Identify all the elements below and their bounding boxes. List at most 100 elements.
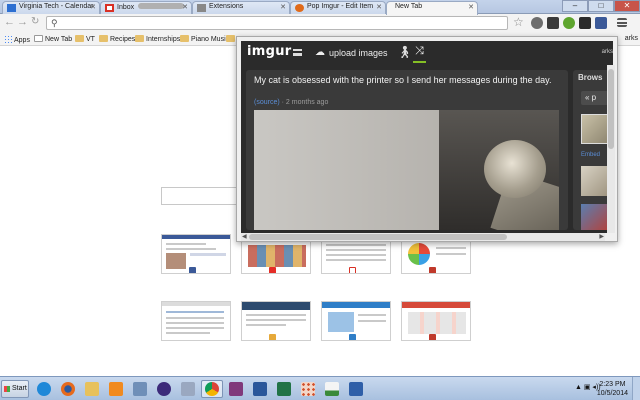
source-link[interactable]: (source) [254,99,280,106]
most-visited-thumbnail-feed[interactable] [401,301,471,341]
internet-explorer-icon [37,382,51,396]
embed-link[interactable]: Embed [581,152,600,158]
walking-man-icon[interactable]: 🚶︎ [397,45,412,59]
menu-icon[interactable] [617,18,627,27]
taskbar-word[interactable] [249,380,271,398]
tab-new-tab[interactable]: New Tab ✕ [386,1,478,15]
file-explorer-icon [85,382,99,396]
most-visited-thumbnail-docs[interactable] [161,301,231,341]
back-arrow-icon[interactable]: ← [4,16,15,28]
site-favicon-icon [349,334,356,340]
taskbar-paint[interactable] [345,380,367,398]
apps-grid-icon [4,35,12,43]
most-visited-thumbnail-news[interactable] [321,301,391,341]
horizontal-scrollbar[interactable]: ◀ ▶ [241,233,605,241]
site-favicon-icon [429,334,436,340]
show-desktop-button[interactable] [632,377,640,400]
other-bookmarks[interactable]: arks [625,35,638,42]
cloud-upload-icon[interactable]: ☁ [315,47,325,58]
tab-label: Virginia Tech - Calendar [19,3,94,10]
vertical-scrollbar[interactable] [607,65,615,233]
imgur-logo[interactable]: imgur [247,44,291,59]
post-card: My cat is obsessed with the printer so I… [246,70,568,230]
bookmark-folder-internships[interactable]: Internships [135,35,180,43]
scroll-right-arrow-icon[interactable]: ▶ [599,233,604,240]
post-title[interactable]: My cat is obsessed with the printer so I… [254,75,564,86]
taskbar-excel[interactable] [273,380,295,398]
chrome-icon [205,382,219,396]
start-button[interactable]: Start [1,380,29,398]
close-icon[interactable]: ✕ [280,3,286,11]
maximize-button[interactable]: □ [588,0,614,12]
taskbar-clock[interactable]: 2:23 PM 10/5/2014 [597,380,628,398]
tab-pop-imgur-edit-item[interactable]: Pop Imgur - Edit Item ✕ [290,1,386,14]
taskbar-grid-app[interactable] [297,380,319,398]
firefox-icon [61,382,75,396]
search-icon: ⚲ [51,18,58,28]
header-overflow-text: arks [601,49,613,55]
folder-icon [99,35,108,42]
post-image[interactable] [254,110,559,230]
paint-icon [349,382,363,396]
tab-virginia-tech-calendar[interactable]: Virginia Tech - Calendar ✕ [2,1,100,14]
bookmark-star-icon[interactable]: ☆ [513,15,524,29]
bookmark-folder-vt[interactable]: VT [75,35,95,43]
page-icon [34,35,43,42]
taskbar-onenote[interactable] [225,380,247,398]
media-player-icon [109,382,123,396]
taskbar-internet-explorer[interactable] [33,380,55,398]
taskbar-calculator[interactable] [129,380,151,398]
facebook-icon[interactable] [595,17,607,29]
hamburger-menu-icon[interactable] [293,49,302,56]
bookmark-apps[interactable]: Apps [4,35,30,44]
bookmark-new-tab[interactable]: New Tab [34,35,72,43]
address-bar[interactable]: ⚲ [46,16,508,30]
tab-inbox[interactable]: Inbox ✕ [100,1,192,14]
browse-title: Brows [578,73,603,82]
minimize-button[interactable]: – [562,0,588,12]
reload-icon[interactable]: ↻ [31,16,39,27]
scroll-left-arrow-icon[interactable]: ◀ [242,233,247,240]
imgur-header: imgur ☁ upload images 🚶︎ ⤨ arks [241,41,613,65]
taskbar-notepad[interactable] [177,380,199,398]
most-visited-thumbnail-facebook[interactable] [161,234,231,274]
window-controls: – □ ✕ [562,0,640,14]
bookmark-folder-piano-music[interactable]: Piano Music [180,35,229,43]
taskbar-firefox[interactable] [57,380,79,398]
folder-icon [226,35,235,42]
extension-c-icon[interactable] [531,17,543,29]
tab-extensions[interactable]: Extensions ✕ [192,1,290,14]
calculator-icon [133,382,147,396]
close-icon[interactable]: ✕ [468,3,474,11]
taskbar-eclipse[interactable] [153,380,175,398]
post-time: · 2 months ago [281,99,329,106]
facebook-icon [189,267,196,273]
taskbar-media-player[interactable] [105,380,127,398]
upload-images-link[interactable]: upload images [329,48,388,58]
taskbar-chrome[interactable] [201,380,223,398]
most-visited-thumbnail-portal[interactable] [241,301,311,341]
grid-app-icon [301,382,315,396]
pop-imgur-icon[interactable] [579,17,591,29]
site-favicon-icon [269,334,276,340]
redacted-email [138,3,185,9]
chart-app-icon [325,382,339,396]
close-icon[interactable]: ✕ [90,3,96,11]
shuffle-icon[interactable]: ⤨ [413,45,426,63]
close-icon[interactable]: ✕ [376,3,382,11]
evernote-icon[interactable] [563,17,575,29]
bookmark-folder-recipes[interactable]: Recipes [99,35,135,43]
close-window-button[interactable]: ✕ [614,0,640,12]
google-search-box[interactable] [161,187,243,205]
imgur-content: My cat is obsessed with the printer so I… [241,65,613,233]
puzzle-icon [197,4,206,12]
taskbar-chart-app[interactable] [321,380,343,398]
taskbar-file-explorer[interactable] [81,380,103,398]
buffer-stack-icon[interactable] [547,17,559,29]
forward-arrow-icon[interactable]: → [17,16,28,28]
youtube-icon [269,267,276,273]
folder-icon [135,35,144,42]
pop-imgur-icon [295,4,304,12]
close-icon[interactable]: ✕ [182,3,188,11]
onenote-icon [229,382,243,396]
